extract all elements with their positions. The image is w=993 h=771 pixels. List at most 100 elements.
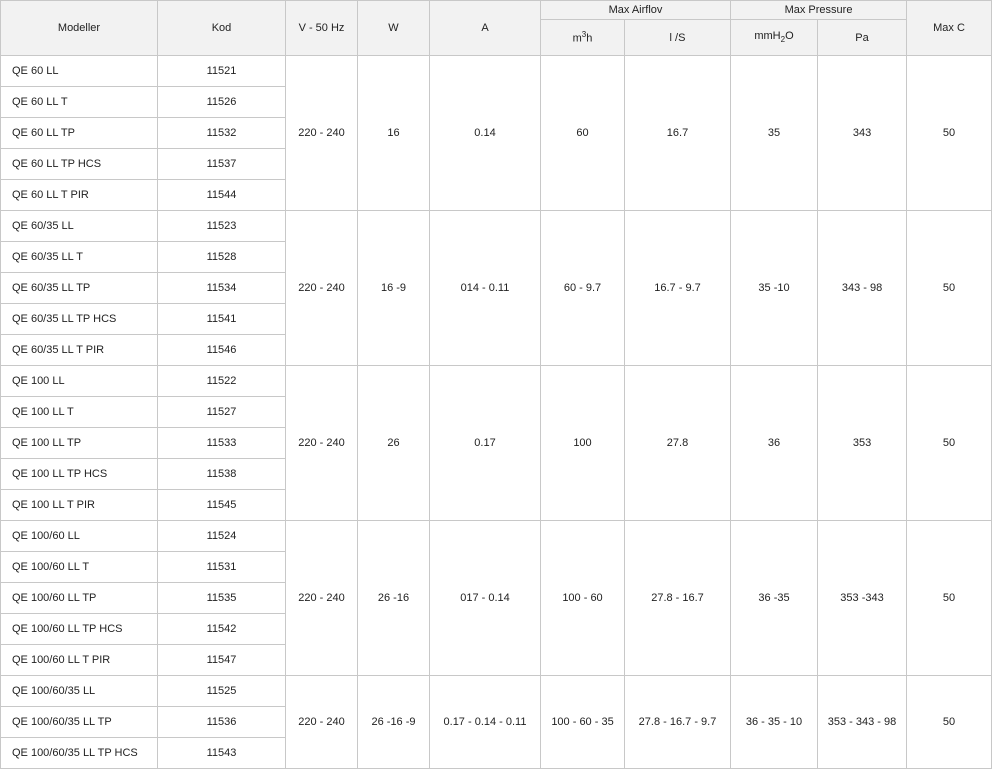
table-row: QE 60/35 LL 11523 220 - 240 16 -9 014 - 0.11… — [0, 210, 993, 366]
model-cell: QE 100/60 LL T PIR — [0, 644, 158, 676]
spec-pa-cell: 353 — [817, 365, 908, 521]
kod-cell: 11544 — [157, 179, 286, 211]
model-cell: QE 100/60 LL T — [0, 551, 158, 583]
table-row: QE 100/60/35 LL 11525 220 - 240 26 -16 -9 0.… — [0, 675, 993, 769]
spec-m3h-cell: 60 - 9.7 — [540, 210, 625, 366]
kod-cell: 11534 — [157, 272, 286, 304]
model-cell: QE 60/35 LL — [0, 210, 158, 242]
header-voltage: V - 50 Hz — [285, 0, 358, 56]
header-ls: l /S — [623, 19, 732, 56]
spec-pa-cell: 353 -343 — [817, 520, 908, 676]
spec-amp-cell: 0.17 - 0.14 - 0.11 — [429, 675, 541, 769]
table-row: QE 100 LL 11522 220 - 240 26 0.17 100 27.8 36 35… — [0, 365, 993, 521]
header-pa: Pa — [817, 19, 908, 56]
spec-max-c-cell: 50 — [906, 55, 993, 211]
spec-amp-cell: 014 - 0.11 — [429, 210, 541, 366]
spec-voltage-cell: 220 - 240 — [285, 210, 358, 366]
kod-cell: 11528 — [157, 241, 286, 273]
spec-amp-cell: 017 - 0.14 — [429, 520, 541, 676]
header-kod: Kod — [157, 0, 286, 56]
spec-m3h-cell: 60 — [540, 55, 625, 211]
spec-table: Modeller Kod V - 50 Hz W A Max Airflov M… — [0, 0, 993, 769]
kod-cell: 11527 — [157, 396, 286, 428]
model-cell: QE 100 LL TP HCS — [0, 458, 158, 490]
model-cell: QE 60 LL TP — [0, 117, 158, 149]
spec-amp-cell: 0.14 — [429, 55, 541, 211]
spec-pa-cell: 353 - 343 - 98 — [817, 675, 908, 769]
spec-max-c-cell: 50 — [906, 210, 993, 366]
model-cell: QE 60/35 LL TP — [0, 272, 158, 304]
spec-ls-cell: 16.7 — [623, 55, 732, 211]
spec-m3h-cell: 100 - 60 - 35 — [540, 675, 625, 769]
model-cell: QE 60 LL — [0, 55, 158, 87]
spec-max-c-cell: 50 — [906, 365, 993, 521]
spec-mmh2o-cell: 35 — [730, 55, 819, 211]
model-cell: QE 60 LL T PIR — [0, 179, 158, 211]
model-cell: QE 60/35 LL T — [0, 241, 158, 273]
spec-mmh2o-cell: 36 -35 — [730, 520, 819, 676]
spec-max-c-cell: 50 — [906, 675, 993, 769]
spec-voltage-cell: 220 - 240 — [285, 520, 358, 676]
spec-mmh2o-cell: 35 -10 — [730, 210, 819, 366]
header-m3h: m3h — [540, 19, 625, 56]
model-cell: QE 100/60 LL — [0, 520, 158, 552]
header-amp: A — [429, 0, 541, 56]
spec-voltage-cell: 220 - 240 — [285, 55, 358, 211]
model-cell: QE 100 LL T — [0, 396, 158, 428]
spec-watt-cell: 16 -9 — [357, 210, 430, 366]
table-body: QE 60 LL 11521 220 - 240 16 0.14 60 16.7 35 343 5… — [0, 55, 993, 769]
spec-m3h-cell: 100 - 60 — [540, 520, 625, 676]
model-cell: QE 100/60 LL TP HCS — [0, 613, 158, 645]
spec-voltage-cell: 220 - 240 — [285, 365, 358, 521]
table-row: QE 60 LL 11521 220 - 240 16 0.14 60 16.7 35 343 5… — [0, 55, 993, 211]
kod-cell: 11525 — [157, 675, 286, 707]
kod-cell: 11536 — [157, 706, 286, 738]
model-cell: QE 100/60/35 LL — [0, 675, 158, 707]
header-max-pressure: Max Pressure — [730, 0, 908, 20]
kod-cell: 11542 — [157, 613, 286, 645]
unit-h: h — [586, 32, 593, 45]
spec-max-c-cell: 50 — [906, 520, 993, 676]
unit-o: O — [785, 30, 794, 43]
spec-mmh2o-cell: 36 — [730, 365, 819, 521]
kod-cell: 11531 — [157, 551, 286, 583]
model-cell: QE 100/60/35 LL TP HCS — [0, 737, 158, 769]
spec-watt-cell: 26 -16 -9 — [357, 675, 430, 769]
kod-cell: 11522 — [157, 365, 286, 397]
kod-cell: 11526 — [157, 86, 286, 118]
kod-cell: 11547 — [157, 644, 286, 676]
model-cell: QE 100 LL TP — [0, 427, 158, 459]
header-max-c: Max C — [906, 0, 993, 56]
kod-cell: 11533 — [157, 427, 286, 459]
kod-cell: 11541 — [157, 303, 286, 335]
spec-watt-cell: 26 — [357, 365, 430, 521]
model-cell: QE 60 LL T — [0, 86, 158, 118]
spec-ls-cell: 16.7 - 9.7 — [623, 210, 732, 366]
model-cell: QE 60 LL TP HCS — [0, 148, 158, 180]
table-header: Modeller Kod V - 50 Hz W A Max Airflov M… — [0, 0, 993, 56]
header-mmh2o: mmH2O — [730, 19, 819, 56]
model-cell: QE 100/60 LL TP — [0, 582, 158, 614]
spec-ls-cell: 27.8 - 16.7 — [623, 520, 732, 676]
spec-watt-cell: 16 — [357, 55, 430, 211]
table-row: QE 100/60 LL 11524 220 - 240 26 -16 017 - 0.… — [0, 520, 993, 676]
header-watt: W — [357, 0, 430, 56]
model-cell: QE 60/35 LL T PIR — [0, 334, 158, 366]
kod-cell: 11532 — [157, 117, 286, 149]
kod-cell: 11545 — [157, 489, 286, 521]
model-cell: QE 100/60/35 LL TP — [0, 706, 158, 738]
model-cell: QE 100 LL — [0, 365, 158, 397]
kod-cell: 11543 — [157, 737, 286, 769]
kod-cell: 11523 — [157, 210, 286, 242]
unit-mmh: mmH — [754, 30, 781, 43]
unit-m: m — [572, 32, 582, 45]
kod-cell: 11524 — [157, 520, 286, 552]
header-modeller: Modeller — [0, 0, 158, 56]
spec-pa-cell: 343 - 98 — [817, 210, 908, 366]
kod-cell: 11537 — [157, 148, 286, 180]
spec-voltage-cell: 220 - 240 — [285, 675, 358, 769]
spec-ls-cell: 27.8 - 16.7 - 9.7 — [623, 675, 732, 769]
spec-ls-cell: 27.8 — [623, 365, 732, 521]
kod-cell: 11546 — [157, 334, 286, 366]
header-row-top: Modeller Kod V - 50 Hz W A Max Airflov M… — [0, 0, 993, 56]
